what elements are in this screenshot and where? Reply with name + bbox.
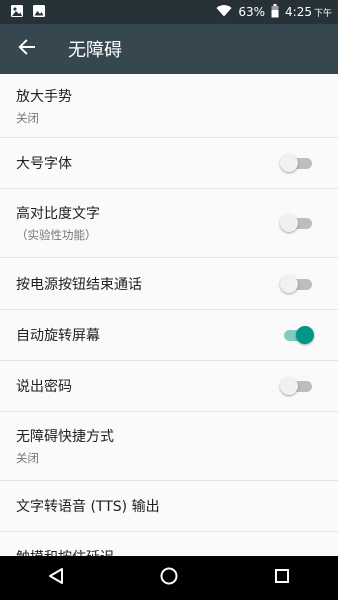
setting-large-text[interactable]: 大号字体: [0, 138, 338, 189]
wifi-icon: [216, 4, 232, 20]
auto-rotate-screen-toggle[interactable]: [280, 326, 314, 344]
setting-accessibility-shortcut[interactable]: 无障碍快捷方式 关闭: [0, 412, 338, 481]
speak-passwords-toggle[interactable]: [280, 377, 314, 395]
setting-magnification-gestures[interactable]: 放大手势 关闭: [0, 74, 338, 138]
navigation-bar: [0, 556, 338, 600]
setting-power-button-ends-call[interactable]: 按电源按钮结束通话: [0, 258, 338, 310]
back-arrow-icon: [18, 38, 36, 60]
image-icon: [10, 4, 24, 21]
setting-label: 大号字体: [16, 156, 72, 172]
setting-summary: （实验性功能）: [16, 228, 97, 242]
setting-label: 放大手势: [16, 88, 72, 105]
back-triangle-icon: [47, 567, 65, 589]
setting-label: 无障碍快捷方式: [16, 429, 114, 445]
settings-list[interactable]: 放大手势 关闭 大号字体 高对比度文字 （实验性功能） 按电源按钮结束通话 自动…: [0, 74, 338, 556]
setting-label: 按电源按钮结束通话: [16, 276, 142, 293]
notification-icons: [0, 4, 46, 21]
high-contrast-text-toggle[interactable]: [280, 214, 314, 232]
battery-level: 63%: [238, 5, 266, 19]
battery-icon: [271, 3, 279, 21]
setting-auto-rotate-screen[interactable]: 自动旋转屏幕: [0, 310, 338, 361]
toolbar: 无障碍: [0, 24, 338, 74]
photo-icon: [32, 4, 46, 21]
nav-back-button[interactable]: [26, 556, 86, 600]
nav-home-button[interactable]: [139, 556, 199, 600]
home-circle-icon: [160, 567, 178, 589]
status-bar: 63% 4:25 下午: [0, 0, 338, 24]
power-button-ends-call-toggle[interactable]: [280, 274, 314, 293]
setting-summary: 关闭: [16, 110, 39, 125]
clock-ampm: 下午: [313, 9, 332, 19]
recents-square-icon: [274, 568, 290, 588]
setting-high-contrast-text[interactable]: 高对比度文字 （实验性功能）: [0, 189, 338, 258]
system-indicators: 63% 4:25 下午: [216, 3, 338, 21]
setting-label: 触摸和按住延迟: [16, 547, 114, 556]
setting-speak-passwords[interactable]: 说出密码: [0, 361, 338, 412]
clock-time: 4:25: [285, 5, 312, 19]
back-button[interactable]: [0, 24, 54, 74]
setting-label: 文字转语音 (TTS) 输出: [16, 499, 160, 515]
large-text-toggle[interactable]: [280, 154, 314, 172]
setting-summary: 关闭: [16, 451, 39, 465]
setting-label: 高对比度文字: [16, 206, 100, 222]
setting-touch-hold-delay[interactable]: 触摸和按住延迟: [0, 532, 338, 556]
nav-recents-button[interactable]: [252, 556, 312, 600]
clock: 4:25 下午: [285, 5, 332, 19]
page-title: 无障碍: [68, 40, 122, 61]
setting-tts-output[interactable]: 文字转语音 (TTS) 输出: [0, 481, 338, 532]
setting-label: 说出密码: [16, 379, 72, 395]
setting-label: 自动旋转屏幕: [16, 328, 100, 344]
